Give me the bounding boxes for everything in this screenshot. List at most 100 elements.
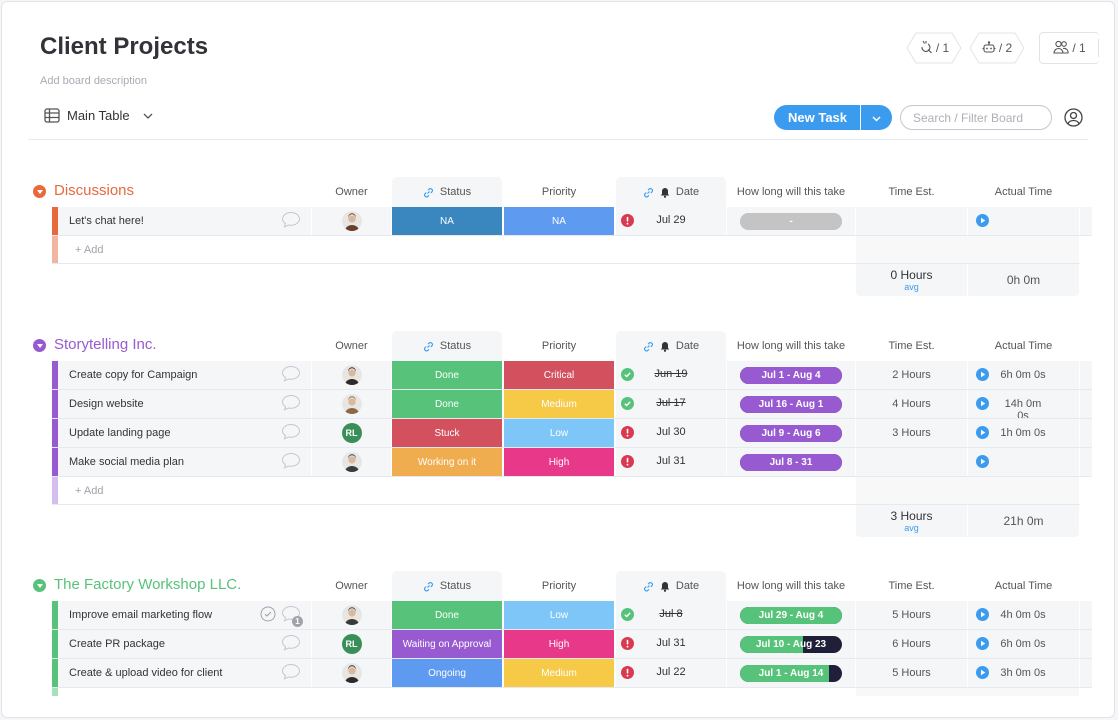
item-name[interactable]: Improve email marketing flow [69, 609, 212, 621]
column-header-date[interactable]: Date [616, 177, 726, 207]
timeline-bar[interactable]: Jul 1 - Aug 4 [740, 366, 842, 384]
actual-time-cell[interactable]: 6h 0m 0s [968, 630, 1079, 658]
person-filter-icon[interactable] [1064, 108, 1083, 132]
status-cell[interactable]: Stuck [392, 419, 502, 447]
timeline-cell[interactable]: Jul 9 - Aug 6 [727, 419, 855, 447]
date-cell[interactable]: Jul 29 [616, 207, 726, 235]
column-header-owner[interactable]: Owner [312, 331, 391, 361]
done-check-icon[interactable] [260, 606, 276, 625]
timeline-bar[interactable]: Jul 8 - 31 [740, 453, 842, 471]
play-timer-icon[interactable] [976, 666, 989, 682]
column-header-actual-time[interactable]: Actual Time [968, 331, 1079, 361]
item-name-cell[interactable]: Create PR package [58, 630, 311, 658]
actual-time-cell[interactable] [968, 448, 1079, 476]
time-estimate-summary[interactable]: 3 Hours avg [856, 505, 967, 537]
priority-cell[interactable]: Medium [504, 659, 614, 687]
priority-cell[interactable]: Low [504, 419, 614, 447]
timeline-cell[interactable]: - [727, 207, 855, 235]
search-filter-input[interactable] [900, 105, 1052, 130]
summary-function-label[interactable]: avg [856, 523, 967, 533]
item-name-cell[interactable]: Design website [58, 390, 311, 418]
play-timer-icon[interactable] [976, 637, 989, 653]
play-timer-icon[interactable] [976, 397, 989, 413]
timeline-cell[interactable]: Jul 1 - Aug 4 [727, 361, 855, 389]
column-header-priority[interactable]: Priority [504, 571, 614, 601]
column-header-timeline[interactable]: How long will this take [727, 331, 855, 361]
column-header-priority[interactable]: Priority [504, 331, 614, 361]
time-estimate-cell[interactable]: 2 Hours [856, 361, 967, 389]
column-header-owner[interactable]: Owner [312, 571, 391, 601]
status-cell[interactable]: Done [392, 601, 502, 629]
collapse-group-icon[interactable] [33, 579, 46, 592]
time-estimate-cell[interactable] [856, 207, 967, 235]
actual-time-cell[interactable]: 1h 0m 0s [968, 419, 1079, 447]
owner-cell[interactable]: RL [312, 419, 391, 447]
date-cell[interactable]: Jul 17 [616, 390, 726, 418]
integrations-badge[interactable]: / 1 [906, 32, 962, 64]
actual-time-cell[interactable]: 3h 0m 0s [968, 659, 1079, 687]
owner-cell[interactable] [312, 207, 391, 235]
collapse-group-icon[interactable] [33, 185, 46, 198]
owner-avatar[interactable] [341, 365, 362, 385]
time-estimate-cell[interactable] [856, 448, 967, 476]
time-estimate-cell[interactable]: 6 Hours [856, 630, 967, 658]
item-name[interactable]: Make social media plan [69, 456, 184, 468]
timeline-bar[interactable]: Jul 1 - Aug 14 [740, 664, 842, 682]
play-timer-icon[interactable] [976, 214, 989, 230]
column-header-time-est[interactable]: Time Est. [856, 571, 967, 601]
view-switcher[interactable]: Main Table [44, 108, 153, 123]
timeline-cell[interactable]: Jul 16 - Aug 1 [727, 390, 855, 418]
owner-avatar[interactable] [341, 394, 362, 414]
item-name[interactable]: Update landing page [69, 427, 171, 439]
actual-time-cell[interactable]: 4h 0m 0s [968, 601, 1079, 629]
date-cell[interactable]: Jul 31 [616, 630, 726, 658]
owner-cell[interactable] [312, 390, 391, 418]
column-header-status[interactable]: Status [392, 331, 502, 361]
timeline-cell[interactable]: Jul 8 - 31 [727, 448, 855, 476]
time-estimate-cell[interactable]: 3 Hours [856, 419, 967, 447]
comment-bubble-icon[interactable] [281, 634, 301, 654]
board-description[interactable]: Add board description [40, 75, 147, 87]
status-cell[interactable]: Waiting on Approval [392, 630, 502, 658]
column-header-date[interactable]: Date [616, 571, 726, 601]
status-cell[interactable]: Working on it [392, 448, 502, 476]
owner-cell[interactable] [312, 659, 391, 687]
comment-bubble-icon[interactable] [281, 365, 301, 385]
play-timer-icon[interactable] [976, 368, 989, 384]
item-name[interactable]: Create & upload video for client [69, 667, 222, 679]
time-estimate-cell[interactable]: 4 Hours [856, 390, 967, 418]
timeline-bar[interactable]: Jul 29 - Aug 4 [740, 606, 842, 624]
comment-bubble-icon[interactable] [281, 211, 301, 231]
item-name-cell[interactable]: Make social media plan [58, 448, 311, 476]
timeline-bar[interactable]: Jul 9 - Aug 6 [740, 424, 842, 442]
play-timer-icon[interactable] [976, 455, 989, 471]
column-header-actual-time[interactable]: Actual Time [968, 571, 1079, 601]
comment-bubble-icon[interactable] [281, 423, 301, 443]
collapse-group-icon[interactable] [33, 339, 46, 352]
date-cell[interactable]: Jul 30 [616, 419, 726, 447]
column-header-owner[interactable]: Owner [312, 177, 391, 207]
time-estimate-summary[interactable]: 0 Hours avg [856, 264, 967, 296]
priority-cell[interactable]: NA [504, 207, 614, 235]
actual-time-cell[interactable]: 6h 0m 0s [968, 361, 1079, 389]
item-name-cell[interactable]: Create & upload video for client [58, 659, 311, 687]
add-item-input[interactable]: + Add [75, 244, 103, 256]
actual-time-cell[interactable]: 14h 0m 0s [968, 390, 1079, 422]
timeline-bar[interactable]: Jul 10 - Aug 23 [740, 635, 842, 653]
priority-cell[interactable]: Medium [504, 390, 614, 418]
priority-cell[interactable]: Critical [504, 361, 614, 389]
owner-cell[interactable] [312, 361, 391, 389]
automations-badge[interactable]: / 2 [969, 32, 1025, 64]
priority-cell[interactable]: Low [504, 601, 614, 629]
status-cell[interactable]: NA [392, 207, 502, 235]
group-title[interactable]: The Factory Workshop LLC. [54, 576, 241, 593]
item-name-cell[interactable]: Let's chat here! [58, 207, 311, 235]
play-timer-icon[interactable] [976, 608, 989, 624]
column-header-time-est[interactable]: Time Est. [856, 177, 967, 207]
item-name-cell[interactable]: Improve email marketing flow 1 [58, 601, 311, 629]
comment-bubble-icon[interactable] [281, 452, 301, 472]
actual-time-cell[interactable] [968, 207, 1079, 235]
comment-bubble-icon[interactable] [281, 663, 301, 683]
priority-cell[interactable]: High [504, 630, 614, 658]
owner-avatar[interactable]: RL [341, 423, 362, 443]
